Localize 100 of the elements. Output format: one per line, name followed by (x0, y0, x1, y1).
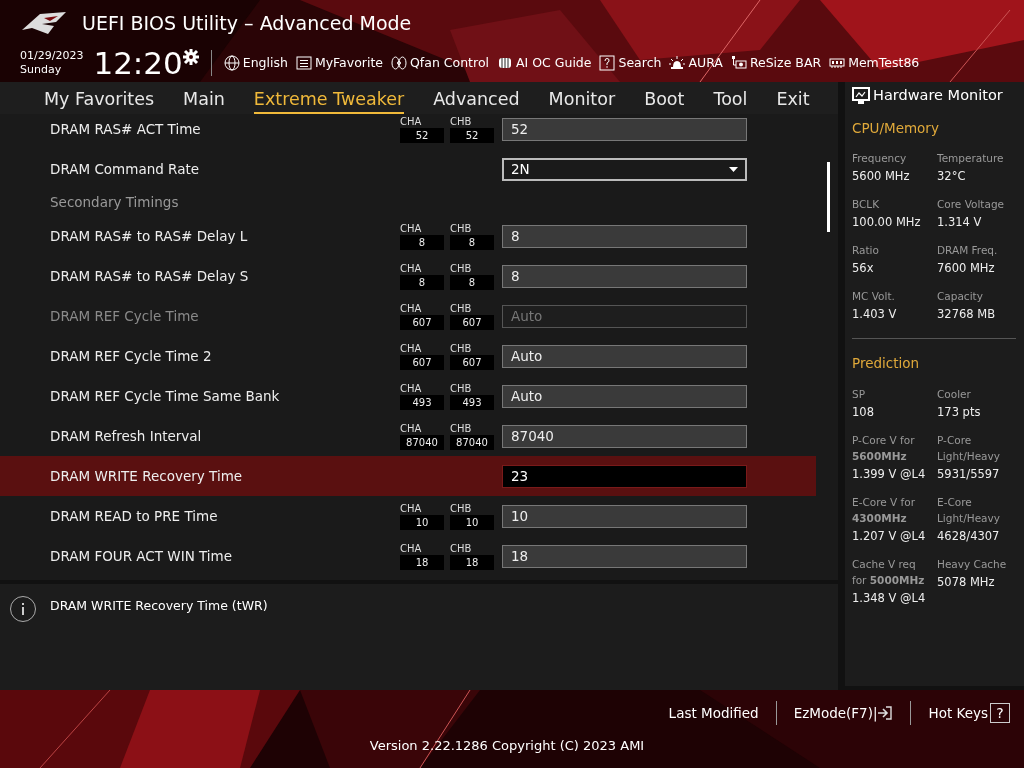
nav-tab[interactable]: Boot (644, 88, 685, 114)
nav-tab[interactable]: Tool (713, 88, 748, 114)
ezmode-button[interactable]: EzMode(F7)| (793, 702, 894, 724)
channel-value: 52 (400, 128, 444, 143)
toolbar-button[interactable]: Qfan Control (391, 53, 489, 73)
metric-value: 5931/5597 (937, 465, 1001, 483)
input-field[interactable]: 87040 (502, 424, 747, 448)
channel-label: CHB (450, 502, 473, 515)
toolbar-button[interactable]: Search (599, 53, 662, 73)
metric-value: 5078 MHz (937, 573, 996, 591)
channel-value: 607 (400, 355, 444, 370)
channel-value: 87040 (450, 435, 494, 450)
scrollbar[interactable] (827, 162, 830, 232)
toolbar-button[interactable]: AURA (669, 53, 723, 73)
metric-value: 1.403 V (852, 306, 898, 324)
monitor-icon (852, 87, 870, 105)
metric-value: 4628/4307 (937, 527, 1001, 545)
last-modified-button[interactable]: Last Modified (668, 702, 759, 724)
channel-label: CHB (450, 422, 473, 435)
hot-keys-button[interactable]: Hot Keys (928, 702, 988, 724)
setting-label[interactable]: DRAM Command Rate (0, 158, 400, 180)
nav-tab[interactable]: Exit (776, 88, 810, 114)
metric-label: E-Core V for 4300MHz (852, 494, 917, 526)
toolbar-button[interactable]: MemTest86 (829, 53, 920, 73)
channel-label: CHB (450, 262, 473, 275)
metric-value: 56x (852, 260, 875, 278)
channel-label: CHB (450, 542, 473, 555)
channel-label: CHA (400, 262, 423, 275)
clock-time: 12:20 (93, 47, 183, 79)
metric-label: Capacity (937, 289, 984, 305)
input-field[interactable]: 23 (502, 464, 747, 488)
metric-label: MC Volt. (852, 289, 896, 305)
input-field[interactable]: 8 (502, 224, 747, 248)
fan-icon (391, 55, 408, 71)
channel-value: 607 (400, 315, 444, 330)
channel-value: 52 (450, 128, 494, 143)
input-field[interactable]: 8 (502, 264, 747, 288)
input-field[interactable]: Auto (502, 384, 747, 408)
setting-label[interactable]: DRAM RAS# ACT Time (0, 118, 400, 140)
input-field[interactable]: Auto (502, 344, 747, 368)
input-field[interactable]: 18 (502, 544, 747, 568)
section-title: Prediction (852, 354, 921, 374)
caret-icon (729, 166, 738, 172)
metric-value: 1.348 V @L4 (852, 589, 927, 607)
setting-label[interactable]: DRAM WRITE Recovery Time (0, 465, 400, 487)
channel-label: CHA (400, 422, 423, 435)
section-heading: Secondary Timings (50, 193, 179, 213)
metric-value: 7600 MHz (937, 260, 996, 278)
channel-label: CHB (450, 222, 473, 235)
metric-value: 108 (852, 403, 875, 421)
setting-label[interactable]: DRAM RAS# to RAS# Delay L (0, 225, 400, 247)
setting-label[interactable]: DRAM REF Cycle Time Same Bank (0, 385, 400, 407)
nav-tab[interactable]: Monitor (548, 88, 616, 114)
toolbar-button[interactable]: English (223, 53, 288, 73)
setting-label[interactable]: DRAM READ to PRE Time (0, 505, 400, 527)
input-field[interactable]: 10 (502, 504, 747, 528)
setting-label[interactable]: DRAM FOUR ACT WIN Time (0, 545, 400, 567)
question-key[interactable]: ? (990, 703, 1010, 723)
metric-label: P-Core Light/Heavy (937, 432, 1001, 464)
exit-arrow-icon (877, 705, 894, 721)
channel-value: 8 (450, 235, 494, 250)
channel-value: 18 (400, 555, 444, 570)
channel-value: 8 (400, 275, 444, 290)
metric-label: Temperature (937, 151, 1005, 167)
nav-tab[interactable]: Main (183, 88, 225, 114)
setting-label[interactable]: DRAM REF Cycle Time 2 (0, 345, 400, 367)
selected-row[interactable]: DRAM WRITE Recovery Time 23 (0, 456, 816, 496)
input-field[interactable]: 52 (502, 117, 747, 141)
channel-label: CHA (400, 502, 423, 515)
channel-label: CHA (400, 222, 423, 235)
metric-value: 1.314 V (937, 214, 983, 232)
channel-value: 8 (450, 275, 494, 290)
channel-label: CHA (400, 302, 423, 315)
metric-value: 32°C (937, 168, 967, 186)
dropdown[interactable]: 2N (502, 157, 747, 181)
setting-label[interactable]: DRAM Refresh Interval (0, 425, 400, 447)
toolbar-button[interactable]: AI OC Guide (497, 53, 592, 73)
list-icon (295, 55, 312, 71)
toolbar-button[interactable]: MyFavorite (295, 53, 384, 73)
nav-tab[interactable]: My Favorites (44, 88, 155, 114)
metric-value: 100.00 MHz (852, 214, 922, 232)
metric-value: 1.399 V @L4 (852, 465, 927, 483)
light-icon (669, 55, 686, 71)
search-icon (599, 55, 616, 71)
metric-label: Frequency (852, 151, 908, 167)
metric-value: 1.207 V @L4 (852, 527, 927, 545)
section-title: CPU/Memory (852, 119, 940, 138)
channel-value: 87040 (400, 435, 444, 450)
channel-label: CHA (400, 342, 423, 355)
card-icon (730, 55, 747, 71)
toolbar-button[interactable]: ReSize BAR (730, 53, 822, 73)
channel-value: 10 (450, 515, 494, 530)
app-title: UEFI BIOS Utility – Advanced Mode (82, 10, 412, 36)
channel-label: CHA (400, 382, 423, 395)
metric-label: DRAM Freq. (937, 243, 999, 259)
setting-label[interactable]: DRAM RAS# to RAS# Delay S (0, 265, 400, 287)
chip-icon (497, 55, 513, 71)
settings-icon[interactable] (182, 49, 199, 65)
nav-tab[interactable]: Advanced (433, 88, 520, 114)
metric-label: BCLK (852, 197, 881, 213)
